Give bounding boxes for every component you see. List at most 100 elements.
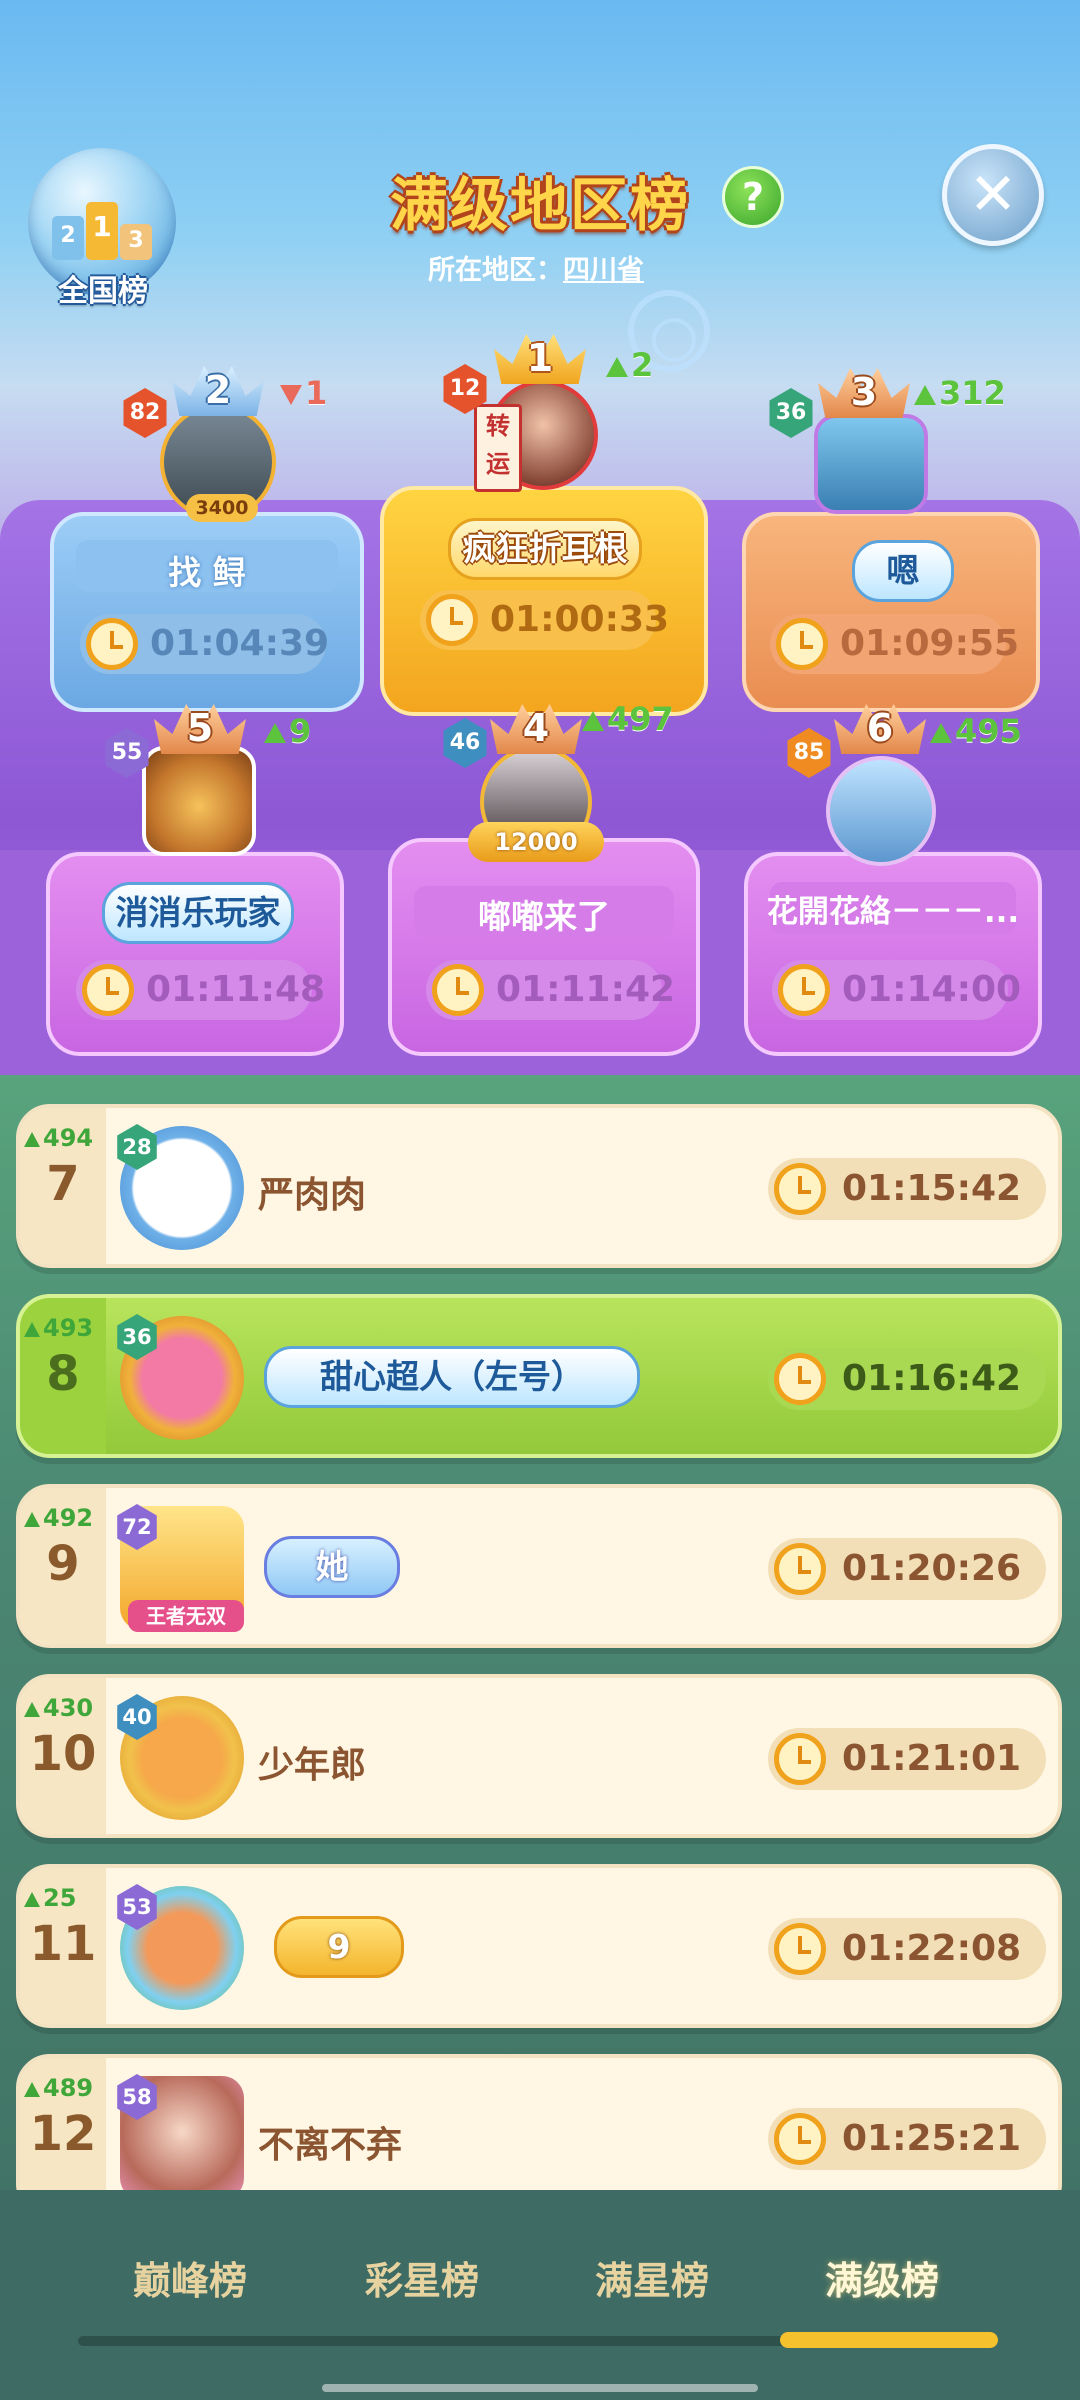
crown-icon: 1 bbox=[494, 320, 586, 384]
crown-icon: 2 bbox=[172, 352, 264, 416]
rank-number: 5 bbox=[186, 706, 214, 750]
time-pill: 01:25:21 bbox=[768, 2108, 1046, 2170]
help-button[interactable]: ? bbox=[722, 166, 784, 228]
clock-icon bbox=[774, 1163, 826, 1215]
time-value: 01:00:33 bbox=[490, 599, 670, 640]
clock-icon bbox=[774, 1353, 826, 1405]
arrow-down-icon bbox=[280, 385, 302, 405]
close-icon: ✕ bbox=[968, 160, 1018, 228]
arrow-up-icon bbox=[24, 1131, 40, 1147]
podium-card-rank-4[interactable]: 嘟嘟来了 01:11:42 bbox=[388, 838, 700, 1056]
nickname: 不离不弃 bbox=[258, 2125, 403, 2166]
avatar[interactable] bbox=[142, 746, 256, 856]
rank-number: 1 bbox=[526, 336, 554, 380]
region-info: 所在地区：四川省 bbox=[428, 248, 644, 287]
tab-full-star-ranking[interactable]: 满星榜 bbox=[552, 2250, 752, 2305]
nickname: 少年郎 bbox=[258, 1745, 367, 1786]
active-tab-indicator bbox=[780, 2332, 998, 2348]
avatar[interactable] bbox=[826, 756, 936, 866]
tab-color-star-ranking[interactable]: 彩星榜 bbox=[322, 2250, 522, 2305]
arrow-up-icon bbox=[914, 385, 936, 405]
time-value: 01:25:21 bbox=[842, 2118, 1022, 2159]
region-label: 所在地区： bbox=[428, 255, 563, 286]
podium-nickname: 嘟嘟来了 bbox=[478, 897, 610, 936]
national-ranking-button[interactable]: 2 1 3 全国榜 bbox=[28, 148, 178, 309]
rank-trend: 497 bbox=[582, 700, 674, 738]
rank-trend: 489 bbox=[24, 2074, 93, 2102]
arrow-up-icon bbox=[582, 711, 604, 731]
nickname: 严肉肉 bbox=[258, 1175, 367, 1216]
rank-number: 11 bbox=[29, 1916, 97, 1972]
podium-card-rank-3[interactable]: 嗯 01:09:55 bbox=[742, 512, 1040, 712]
podium-nickname: 找 鲟 bbox=[168, 553, 246, 592]
time-value: 01:15:42 bbox=[842, 1168, 1022, 1209]
list-item[interactable]: 492 9 王者无双 72 她 01:20:26 bbox=[16, 1484, 1062, 1648]
arrow-up-icon bbox=[24, 1701, 40, 1717]
podium-nickname: 消消乐玩家 bbox=[102, 882, 294, 944]
clock-icon bbox=[774, 1733, 826, 1785]
rank-trend: 9 bbox=[264, 712, 311, 750]
rank-number: 6 bbox=[866, 706, 894, 750]
rank-number: 7 bbox=[46, 1156, 80, 1212]
podium-card-rank-1[interactable]: 疯狂折耳根 01:00:33 bbox=[380, 486, 708, 716]
time-pill: 01:22:08 bbox=[768, 1918, 1046, 1980]
rank-number: 9 bbox=[46, 1536, 80, 1592]
podium-time: 01:11:42 bbox=[426, 960, 675, 1020]
list-item[interactable]: 494 7 28 严肉肉 01:15:42 bbox=[16, 1104, 1062, 1268]
crown-icon: 6 bbox=[834, 690, 926, 754]
podium-card-rank-2[interactable]: 找 鲟 01:04:39 bbox=[50, 512, 364, 712]
list-item[interactable]: 430 10 40 少年郎 01:21:01 bbox=[16, 1674, 1062, 1838]
time-pill: 01:21:01 bbox=[768, 1728, 1046, 1790]
clock-icon bbox=[778, 964, 830, 1016]
nickname: 甜心超人（左号） bbox=[264, 1346, 640, 1408]
podium-block-3: 3 bbox=[120, 224, 152, 260]
rank-trend: 494 bbox=[24, 1124, 93, 1152]
national-ranking-label: 全国榜 bbox=[58, 274, 148, 309]
avatar[interactable] bbox=[814, 414, 928, 514]
list-item[interactable]: 25 11 53 9 01:22:08 bbox=[16, 1864, 1062, 2028]
podium-time: 01:04:39 bbox=[80, 614, 330, 674]
tab-peak-ranking[interactable]: 巅峰榜 bbox=[90, 2250, 290, 2305]
rank-number: 2 bbox=[204, 368, 232, 412]
podium-block-2: 2 bbox=[52, 216, 84, 260]
arrow-up-icon bbox=[606, 357, 628, 377]
podium-block-1: 1 bbox=[86, 202, 118, 260]
time-value: 01:11:48 bbox=[146, 969, 326, 1010]
tab-max-level-ranking[interactable]: 满级榜 bbox=[782, 2250, 982, 2305]
rank-trend: 2 bbox=[606, 346, 653, 384]
frame-badge: 3400 bbox=[186, 494, 258, 522]
home-indicator[interactable] bbox=[322, 2384, 758, 2392]
close-button[interactable]: ✕ bbox=[942, 144, 1044, 246]
podium-card-rank-6[interactable]: 花開花絡－－－... 01:14:00 bbox=[744, 852, 1042, 1056]
podium-time: 01:11:48 bbox=[76, 960, 325, 1020]
clock-icon bbox=[774, 2113, 826, 2165]
podium-icon: 2 1 3 bbox=[52, 200, 152, 260]
region-link[interactable]: 四川省 bbox=[563, 255, 644, 286]
time-value: 01:04:39 bbox=[150, 623, 330, 664]
podium-time: 01:14:00 bbox=[772, 960, 1021, 1020]
crown-icon: 4 bbox=[490, 690, 582, 754]
rank-trend: 492 bbox=[24, 1504, 93, 1532]
crown-icon: 5 bbox=[154, 690, 246, 754]
time-value: 01:20:26 bbox=[842, 1548, 1022, 1589]
time-pill: 01:15:42 bbox=[768, 1158, 1046, 1220]
podium-time: 01:09:55 bbox=[770, 614, 1019, 674]
rank-trend: 430 bbox=[24, 1694, 93, 1722]
time-value: 01:22:08 bbox=[842, 1928, 1022, 1969]
rank-number: 4 bbox=[522, 706, 550, 750]
arrow-up-icon bbox=[24, 1321, 40, 1337]
rank-trend: 1 bbox=[280, 374, 327, 412]
list-item-current-user[interactable]: 493 8 36 甜心超人（左号） 01:16:42 bbox=[16, 1294, 1062, 1458]
frame-badge: 12000 bbox=[468, 822, 604, 862]
time-pill: 01:16:42 bbox=[768, 1348, 1046, 1410]
arrow-up-icon bbox=[264, 723, 286, 743]
podium-time: 01:00:33 bbox=[420, 590, 669, 650]
bubble-decoration bbox=[652, 318, 696, 362]
clock-icon bbox=[86, 618, 138, 670]
clock-icon bbox=[82, 964, 134, 1016]
podium-card-rank-5[interactable]: 消消乐玩家 01:11:48 bbox=[46, 852, 344, 1056]
page-title: 满级地区榜 bbox=[389, 171, 690, 239]
lucky-tag: 转运 bbox=[474, 404, 522, 492]
rank-number: 10 bbox=[29, 1726, 97, 1782]
clock-icon bbox=[776, 618, 828, 670]
